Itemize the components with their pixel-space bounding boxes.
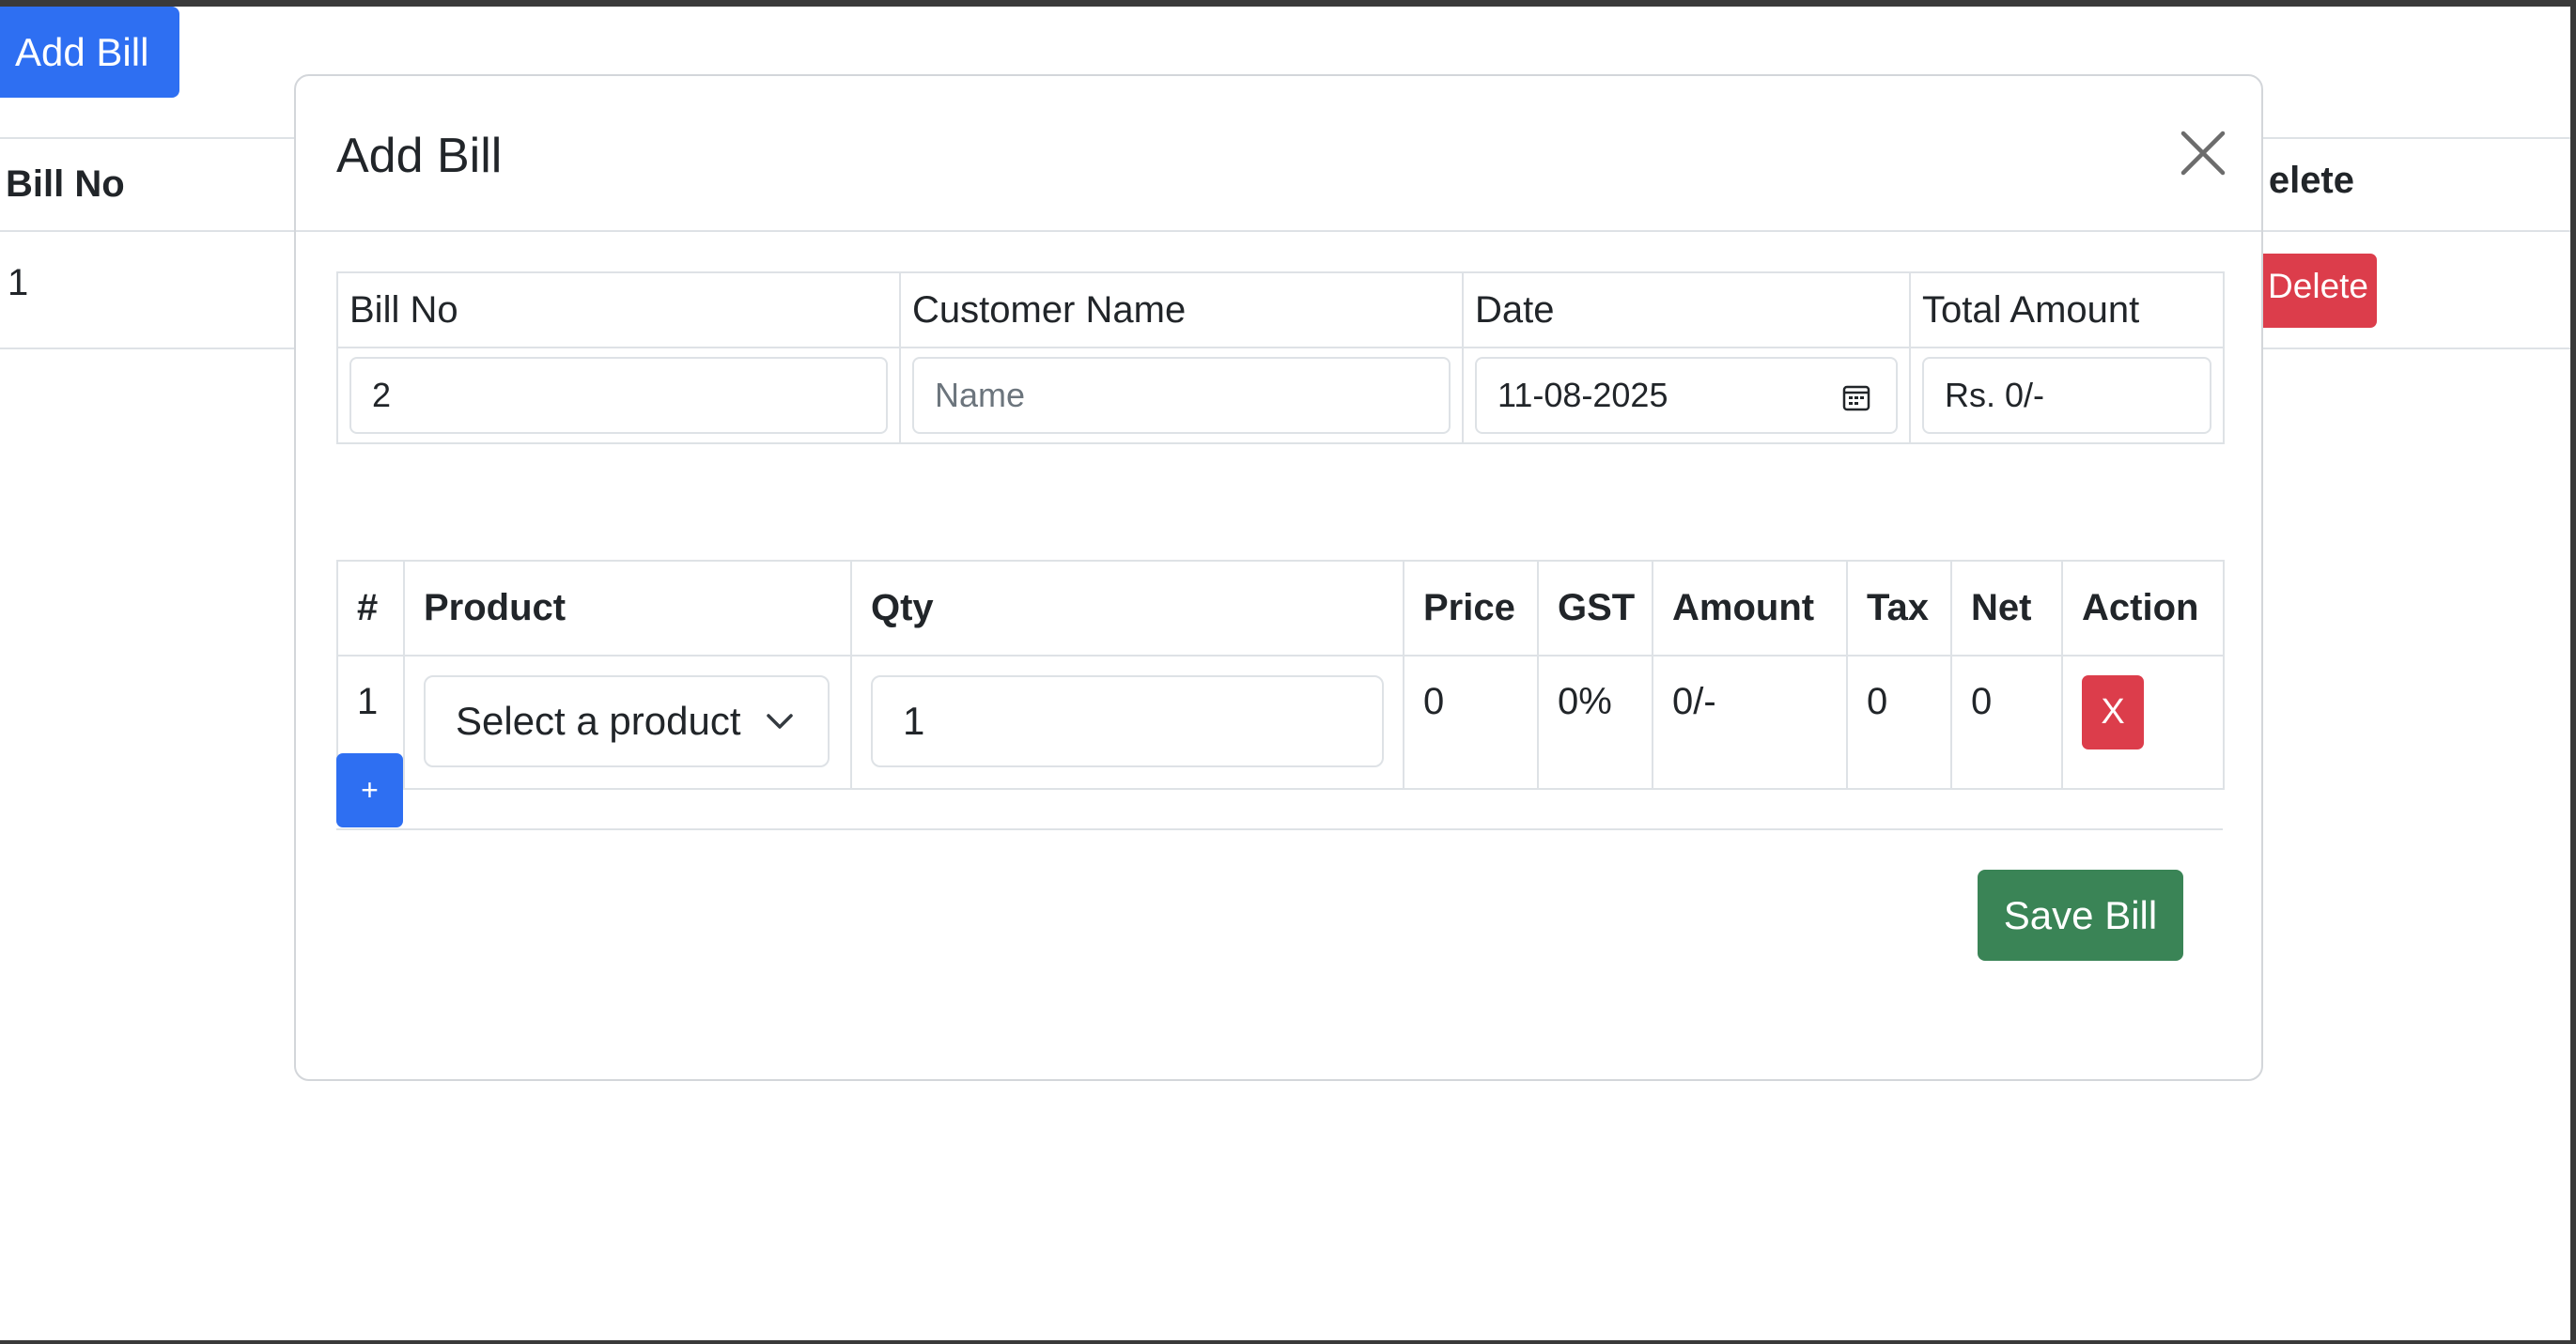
- customer-name-cell: [899, 347, 1464, 444]
- qty-value: 1: [903, 699, 925, 743]
- total-amount-cell: Rs. 0/-: [1909, 347, 2225, 444]
- chevron-down-icon: [767, 714, 793, 729]
- bill-no-cell: 1: [8, 262, 29, 303]
- calendar-icon[interactable]: [1841, 382, 1871, 412]
- bill-info-table: Bill No Customer Name Date Total Amount …: [336, 271, 2225, 444]
- bill-no-header: Bill No: [336, 271, 901, 348]
- amount-cell: 0/-: [1652, 655, 1848, 790]
- window-frame-top: [0, 0, 2576, 7]
- table-row: 1 Select a product 1 0 0% 0/- 0 0 X: [336, 655, 2225, 790]
- bill-items-table: # Product Qty Price GST Amount Tax Net A…: [336, 560, 2225, 790]
- product-cell: Select a product: [403, 655, 852, 790]
- close-icon[interactable]: [2175, 125, 2231, 181]
- qty-cell: 1: [850, 655, 1404, 790]
- bill-no-cell: 2: [336, 347, 901, 444]
- modal-title: Add Bill: [336, 129, 503, 183]
- gst-header: GST: [1537, 560, 1653, 657]
- net-header: Net: [1950, 560, 2063, 657]
- qty-header: Qty: [850, 560, 1404, 657]
- price-header: Price: [1403, 560, 1539, 657]
- date-input[interactable]: 11-08-2025: [1475, 357, 1898, 434]
- tax-header: Tax: [1846, 560, 1952, 657]
- add-bill-button[interactable]: Add Bill: [0, 7, 179, 98]
- save-bill-button[interactable]: Save Bill: [1978, 870, 2183, 961]
- action-cell: X: [2061, 655, 2225, 790]
- modal-divider: [336, 828, 2223, 830]
- index-header: #: [336, 560, 405, 657]
- customer-name-header: Customer Name: [899, 271, 1464, 348]
- gst-cell: 0%: [1537, 655, 1653, 790]
- total-amount-value: Rs. 0/-: [1945, 376, 2045, 414]
- date-header: Date: [1462, 271, 1911, 348]
- add-row-button[interactable]: +: [336, 753, 403, 827]
- customer-name-input[interactable]: [935, 376, 1428, 415]
- delete-column-header: elete: [2268, 160, 2354, 201]
- amount-header: Amount: [1652, 560, 1848, 657]
- customer-name-field[interactable]: [912, 357, 1451, 434]
- add-bill-modal: Add Bill Bill No Customer Name Date Tota…: [294, 74, 2263, 1081]
- delete-button-label: Delete: [2271, 267, 2368, 305]
- action-header: Action: [2061, 560, 2225, 657]
- total-amount-header: Total Amount: [1909, 271, 2225, 348]
- remove-row-button[interactable]: X: [2082, 675, 2144, 749]
- bill-no-input[interactable]: 2: [349, 357, 888, 434]
- total-amount-input: Rs. 0/-: [1922, 357, 2211, 434]
- date-cell: 11-08-2025: [1462, 347, 1911, 444]
- product-select-value: Select a product: [456, 699, 741, 743]
- bill-no-value: 2: [372, 376, 392, 414]
- qty-input[interactable]: 1: [871, 675, 1384, 767]
- product-select[interactable]: Select a product: [424, 675, 830, 767]
- net-cell: 0: [1950, 655, 2063, 790]
- modal-header: Add Bill: [296, 76, 2261, 232]
- window-frame-bottom: [0, 1340, 2576, 1344]
- date-value: 11-08-2025: [1497, 376, 1668, 414]
- bill-no-column-header: Bill No: [6, 163, 125, 205]
- price-cell: 0: [1403, 655, 1539, 790]
- window-frame-right: [2570, 0, 2576, 1344]
- delete-bill-button[interactable]: Delete: [2258, 254, 2377, 328]
- product-header: Product: [403, 560, 852, 657]
- tax-cell: 0: [1846, 655, 1952, 790]
